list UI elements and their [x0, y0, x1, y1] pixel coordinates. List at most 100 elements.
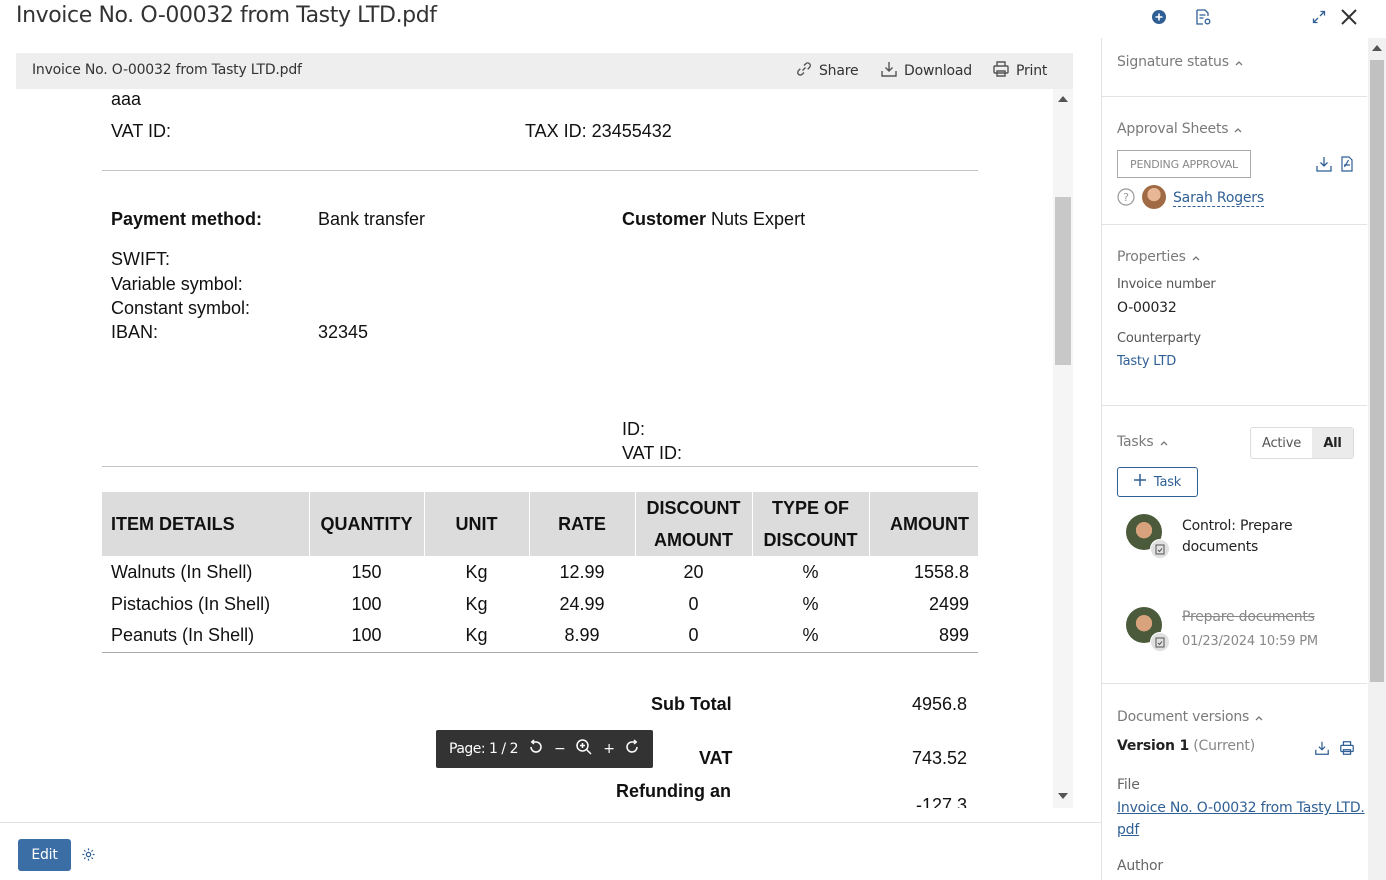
section-signature[interactable]: Signature status: [1117, 54, 1243, 70]
item-rate: 8.99: [529, 620, 635, 653]
refunding-value: -127.3: [915, 795, 967, 808]
item-discount-type: %: [752, 620, 869, 653]
doc-top-text: aaa: [111, 89, 142, 109]
tax-id: TAX ID: 23455432: [525, 121, 672, 141]
zoom-out-button[interactable]: −: [554, 741, 566, 757]
scroll-down-icon[interactable]: [1058, 793, 1068, 799]
task-title[interactable]: Control: Prepare documents: [1182, 516, 1293, 558]
document-scrollbar[interactable]: [1053, 89, 1073, 808]
completed-task-title[interactable]: Prepare documents: [1182, 609, 1315, 625]
item-quantity: 100: [309, 620, 424, 653]
share-label: Share: [819, 63, 859, 79]
document-page[interactable]: aaa VAT ID: TAX ID: 23455432 Payment met…: [16, 89, 1053, 808]
item-quantity: 100: [351, 593, 382, 614]
link-icon: [795, 60, 813, 82]
item-unit: Kg: [465, 593, 488, 614]
print-button[interactable]: Print: [992, 60, 1047, 82]
help-icon[interactable]: ?: [1117, 188, 1135, 210]
item-amount: 2499: [928, 593, 969, 614]
pdf-file-icon[interactable]: [1340, 156, 1354, 176]
column-header: ITEM DETAILS: [102, 492, 309, 556]
add-task-button[interactable]: Task: [1117, 467, 1198, 497]
vat-label: VAT: [699, 748, 733, 768]
viewer-toolbar: Invoice No. O-00032 from Tasty LTD.pdf S…: [16, 53, 1073, 89]
download-label: Download: [904, 63, 972, 79]
item-rate: 12.99: [559, 561, 605, 582]
close-icon[interactable]: [1338, 6, 1360, 28]
customer-name: Nuts Expert: [711, 209, 806, 229]
scroll-up-icon[interactable]: [1058, 96, 1068, 102]
column-header: UNIT: [423, 492, 529, 556]
divider: [102, 466, 978, 467]
version-entry: Version 1 (Current): [1117, 738, 1255, 754]
section-properties[interactable]: Properties: [1117, 249, 1200, 265]
customer-label: Customer: [622, 209, 707, 229]
page-controls: Page: 1 / 2 − +: [436, 730, 653, 768]
chevron-up-icon: [1192, 249, 1200, 265]
zoom-in-button[interactable]: +: [603, 741, 615, 757]
filter-active[interactable]: Active: [1251, 428, 1312, 458]
task-clipboard-icon: [1150, 539, 1170, 559]
document-settings-icon[interactable]: [1192, 6, 1214, 28]
item-name: Peanuts (In Shell): [102, 620, 309, 653]
table-row: Peanuts (In Shell) 100 Kg 8.99 0 % 899: [102, 620, 978, 653]
download-button[interactable]: Download: [880, 60, 972, 82]
add-icon[interactable]: [1148, 6, 1170, 28]
approver-name[interactable]: Sarah Rogers: [1173, 190, 1264, 207]
rotate-left-icon[interactable]: [528, 739, 544, 759]
vat-value: 743.52: [911, 748, 967, 768]
gear-icon[interactable]: [81, 847, 96, 867]
counterparty-link[interactable]: Tasty LTD: [1117, 354, 1176, 369]
scrollbar-thumb[interactable]: [1055, 197, 1071, 365]
section-divider: [1102, 96, 1367, 97]
section-divider: [1102, 405, 1367, 406]
print-label: Print: [1016, 63, 1048, 79]
item-rate: 24.99: [559, 593, 605, 614]
section-tasks[interactable]: Tasks: [1117, 434, 1168, 450]
filter-all[interactable]: All: [1312, 428, 1353, 458]
table-row: Pistachios (In Shell) 100 Kg 24.99 0 % 2…: [102, 588, 978, 620]
versions-title: Document versions: [1117, 709, 1250, 725]
file-link-line: pdf: [1117, 822, 1140, 838]
item-unit: Kg: [465, 561, 488, 582]
section-approval[interactable]: Approval Sheets: [1117, 121, 1242, 137]
chevron-up-icon: [1255, 709, 1263, 725]
download-icon[interactable]: [1315, 155, 1333, 177]
tasks-title: Tasks: [1117, 434, 1154, 450]
counterparty-label: Counterparty: [1117, 331, 1201, 346]
download-icon: [880, 60, 898, 82]
download-icon[interactable]: [1314, 740, 1330, 760]
edit-button[interactable]: Edit: [18, 839, 71, 871]
file-link-line: Invoice No. O-00032 from Tasty LTD.: [1117, 800, 1365, 816]
section-versions[interactable]: Document versions: [1117, 709, 1263, 725]
file-label: File: [1117, 777, 1140, 793]
task-button-label: Task: [1153, 474, 1182, 490]
page-indicator: Page: 1 / 2: [449, 741, 519, 757]
payment-method-label: Payment method:: [111, 209, 263, 229]
table-row: Walnuts (In Shell) 150 Kg 12.99 20 % 155…: [102, 556, 978, 588]
item-discount: 0: [635, 620, 752, 653]
version-status: (Current): [1193, 738, 1255, 754]
iban-label: IBAN:: [111, 322, 159, 342]
share-button[interactable]: Share: [795, 60, 859, 82]
viewer-filename: Invoice No. O-00032 from Tasty LTD.pdf: [32, 62, 302, 78]
rotate-right-icon[interactable]: [624, 739, 640, 759]
plus-icon: [1133, 474, 1146, 490]
scroll-up-icon[interactable]: [1372, 45, 1382, 51]
panel-scrollbar[interactable]: [1368, 38, 1386, 880]
scrollbar-thumb[interactable]: [1370, 60, 1384, 682]
zoom-icon[interactable]: [575, 738, 593, 760]
signature-title: Signature status: [1117, 54, 1229, 70]
expand-icon[interactable]: [1308, 6, 1330, 28]
table-header-row: ITEM DETAILS QUANTITY UNIT RATE DISCOUNT…: [102, 492, 978, 556]
customer-vat-label: VAT ID:: [622, 443, 683, 463]
file-link[interactable]: Invoice No. O-00032 from Tasty LTD. pdf: [1117, 797, 1365, 841]
swift-label: SWIFT:: [111, 249, 170, 269]
printer-icon[interactable]: [1339, 740, 1355, 760]
invoice-number-label: Invoice number: [1117, 277, 1216, 292]
subtotal-label: Sub Total: [651, 694, 732, 714]
task-filter: Active All: [1250, 427, 1354, 459]
svg-text:?: ?: [1123, 191, 1129, 204]
column-header: DISCOUNT AMOUNT: [634, 492, 752, 556]
iban-value: 32345: [318, 322, 369, 342]
